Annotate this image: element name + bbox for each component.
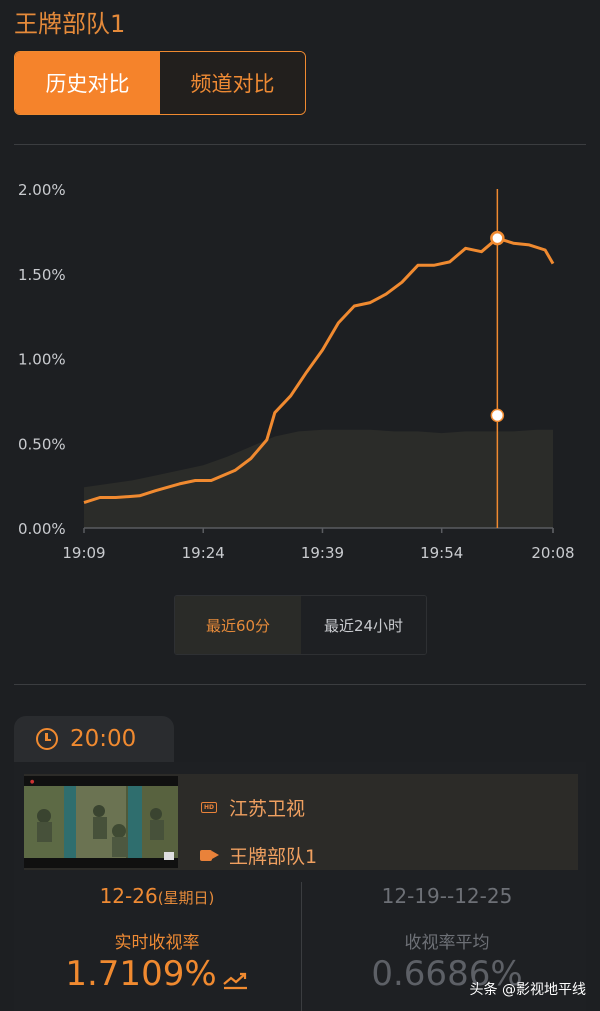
range-last-60-min-button[interactable]: 最近60分: [175, 596, 301, 654]
x-tick-label: 20:08: [531, 544, 574, 562]
x-tick-label: 19:39: [301, 544, 344, 562]
cursor-point-area: [490, 408, 505, 423]
program-name: 王牌部队1: [229, 846, 318, 868]
time-range-toggle: 最近60分 最近24小时: [174, 595, 427, 655]
divider: [14, 144, 586, 145]
x-tick-label: 19:09: [62, 544, 105, 562]
page-title: 王牌部队1: [14, 10, 126, 38]
program-card[interactable]: ● HD 江苏卫视 王牌部队1: [24, 774, 578, 870]
divider: [14, 684, 586, 685]
week-date-range: 12-19--12-25: [381, 884, 513, 908]
average-rating-label: 收视率平均: [404, 933, 490, 953]
realtime-rating: 1.7109%: [14, 954, 300, 994]
watermark: 头条 @影视地平线: [469, 982, 586, 998]
y-tick-label: 0.50%: [18, 435, 66, 453]
schedule-time: 20:00: [70, 726, 137, 752]
comparison-area-series: [84, 429, 553, 528]
video-camera-icon: [200, 850, 212, 861]
x-tick-label: 19:24: [182, 544, 225, 562]
realtime-rating-label: 实时收视率: [114, 933, 200, 953]
trend-up-icon: [222, 972, 247, 989]
channel-name: 江苏卫视: [229, 798, 306, 820]
svg-text:●: ●: [30, 779, 35, 785]
tab-history-comparison[interactable]: 历史对比: [15, 52, 160, 114]
tab-channel-comparison[interactable]: 频道对比: [160, 52, 305, 114]
schedule-time-tab[interactable]: 20:00: [14, 716, 174, 762]
y-tick-label: 0.00%: [18, 520, 66, 538]
column-divider: [301, 882, 302, 1011]
program-thumbnail: ●: [24, 776, 178, 868]
cursor-point-line: [490, 230, 505, 246]
comparison-tabs: 历史对比 频道对比: [14, 51, 306, 115]
y-tick-label: 2.00%: [18, 181, 66, 199]
program-panel: ● HD 江苏卫视 王牌部队1 12-26(星期日) 实时收视率 1.7109%…: [14, 762, 586, 1011]
x-tick-label: 19:54: [420, 544, 463, 562]
y-tick-label: 1.50%: [18, 266, 66, 284]
y-tick-label: 1.00%: [18, 351, 66, 369]
hd-icon: HD: [201, 802, 217, 813]
ratings-chart[interactable]: 2.00% 1.50% 1.00% 0.50% 0.00% 19:09 19:24 19:39…: [0, 170, 600, 570]
clock-icon: [36, 728, 58, 750]
range-last-24-hours-button[interactable]: 最近24小时: [301, 596, 426, 654]
today-date: 12-26(星期日): [99, 884, 215, 908]
